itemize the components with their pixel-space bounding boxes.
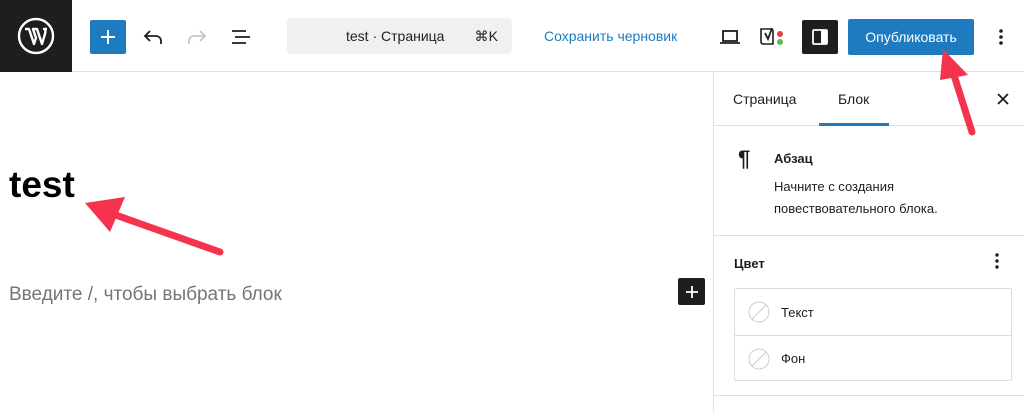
- seo-button[interactable]: [757, 20, 789, 54]
- wordpress-logo-icon[interactable]: [0, 0, 72, 72]
- shortcut-hint: ⌘K: [474, 28, 498, 44]
- tab-block[interactable]: Блок: [838, 91, 869, 107]
- settings-sidebar-toggle[interactable]: [802, 20, 838, 54]
- laptop-icon: [720, 30, 740, 44]
- editor-canvas: test Введите /, чтобы выбрать блок: [0, 72, 713, 412]
- settings-sidebar: Страница Блок ¶ Абзац Начните с создания…: [713, 72, 1024, 412]
- publish-button[interactable]: Опубликовать: [848, 19, 974, 55]
- block-card: ¶ Абзац Начните с создания повествовател…: [714, 126, 1024, 236]
- add-block-button[interactable]: [90, 20, 126, 54]
- preview-button[interactable]: [714, 20, 746, 54]
- color-item-background[interactable]: Фон: [735, 335, 1011, 381]
- close-sidebar-button[interactable]: [992, 88, 1014, 110]
- color-options-list: Текст Фон: [734, 288, 1012, 381]
- no-color-icon: [748, 301, 770, 323]
- command-palette-bar[interactable]: test · Страница ⌘K: [287, 18, 512, 54]
- block-description: Начните с создания повествовательного бл…: [774, 179, 938, 216]
- more-vertical-icon: [995, 253, 999, 269]
- post-title[interactable]: test: [9, 164, 75, 206]
- color-item-text[interactable]: Текст: [735, 289, 1011, 335]
- list-view-icon: [232, 30, 250, 44]
- no-color-icon: [748, 348, 770, 369]
- plus-icon: [101, 30, 115, 44]
- yoast-icon: [760, 27, 783, 45]
- redo-button[interactable]: [181, 20, 213, 54]
- editor-header: test · Страница ⌘K Сохранить черновик Оп…: [0, 0, 1024, 72]
- tab-page[interactable]: Страница: [733, 91, 796, 107]
- redo-icon: [188, 30, 207, 44]
- document-overview-button[interactable]: [225, 20, 257, 54]
- color-panel: Цвет Текст Фон: [714, 236, 1024, 396]
- more-vertical-icon: [999, 29, 1003, 45]
- paragraph-icon: ¶: [738, 146, 751, 171]
- undo-icon: [143, 30, 162, 44]
- color-options-button[interactable]: [990, 250, 1004, 272]
- options-menu-button[interactable]: [990, 20, 1012, 54]
- plus-icon: [685, 285, 698, 298]
- close-icon: [997, 93, 1009, 105]
- undo-button[interactable]: [137, 20, 169, 54]
- block-appender-placeholder[interactable]: Введите /, чтобы выбрать блок: [9, 284, 282, 306]
- save-draft-button[interactable]: Сохранить черновик: [544, 28, 677, 44]
- inline-add-block-button[interactable]: [678, 278, 705, 305]
- color-item-label: Текст: [781, 304, 814, 320]
- sidebar-toggle-icon: [812, 29, 828, 45]
- sidebar-tabs: Страница Блок: [714, 72, 1024, 126]
- block-name: Абзац: [774, 151, 813, 166]
- document-title: test · Страница: [346, 28, 445, 44]
- color-panel-title: Цвет: [734, 256, 765, 271]
- color-item-label: Фон: [781, 351, 806, 366]
